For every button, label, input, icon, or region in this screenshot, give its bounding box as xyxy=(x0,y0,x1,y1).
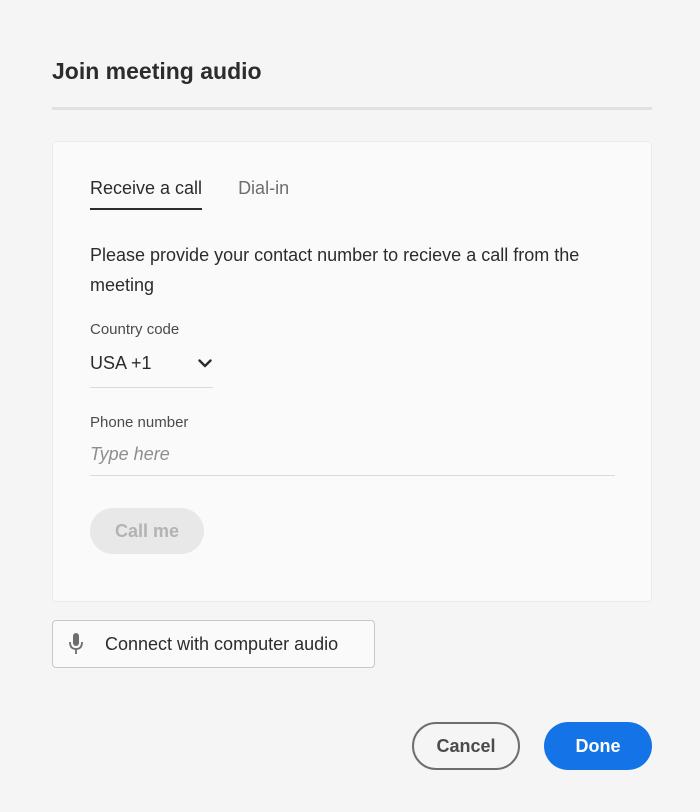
microphone-icon xyxy=(67,632,85,656)
connect-computer-audio-label: Connect with computer audio xyxy=(105,633,339,654)
tab-receive-a-call[interactable]: Receive a call xyxy=(90,178,203,210)
join-audio-dialog: Join meeting audio Receive a call Dial-i… xyxy=(0,0,700,812)
phone-number-input[interactable] xyxy=(90,440,615,476)
instructions-text: Please provide your contact number to re… xyxy=(90,245,580,295)
chevron-down-icon xyxy=(197,356,213,372)
country-code-dropdown[interactable]: USA +1 xyxy=(90,348,213,388)
cancel-button[interactable]: Cancel xyxy=(412,722,520,770)
phone-number-label: Phone number xyxy=(90,414,189,431)
done-button[interactable]: Done xyxy=(544,722,652,770)
dialog-title: Join meeting audio xyxy=(52,58,262,84)
country-code-value: USA +1 xyxy=(90,353,152,373)
title-divider xyxy=(52,107,652,110)
tab-dial-in[interactable]: Dial-in xyxy=(238,178,289,209)
call-options-panel: Receive a call Dial-in Please provide yo… xyxy=(52,141,652,602)
call-me-button[interactable]: Call me xyxy=(90,508,204,554)
tab-bar: Receive a call Dial-in xyxy=(90,178,289,210)
country-code-label: Country code xyxy=(90,321,180,338)
connect-computer-audio-button[interactable]: Connect with computer audio xyxy=(52,620,375,668)
